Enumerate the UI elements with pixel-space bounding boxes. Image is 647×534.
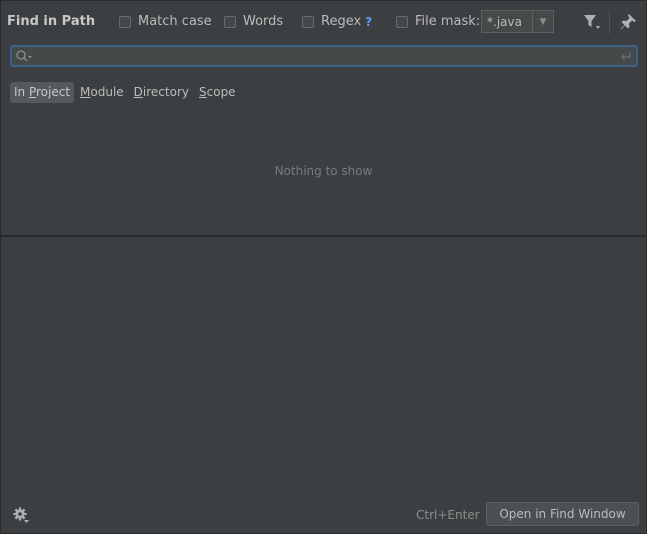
- regex-label: Regex: [321, 14, 362, 29]
- dialog-title: Find in Path: [7, 14, 96, 29]
- file-mask-select[interactable]: *.java ▼: [481, 10, 554, 33]
- regex-help-icon[interactable]: ?: [365, 15, 372, 29]
- enter-icon[interactable]: [619, 49, 633, 63]
- search-field[interactable]: [10, 45, 638, 67]
- file-mask-label: File mask:: [415, 14, 481, 29]
- empty-results-message: Nothing to show: [274, 164, 373, 178]
- words-option[interactable]: Words: [224, 13, 283, 31]
- find-in-path-window: Find in Path Match case Words Regex ? Fi…: [0, 0, 647, 534]
- results-list[interactable]: Nothing to show: [1, 107, 646, 235]
- file-mask-option[interactable]: File mask:: [396, 13, 480, 31]
- words-label: Words: [243, 14, 284, 29]
- scope-tabs: In Project Module Directory Scope: [10, 82, 242, 103]
- open-in-find-window-button[interactable]: Open in Find Window: [486, 502, 639, 526]
- filter-icon[interactable]: [582, 13, 602, 31]
- file-mask-value: *.java: [487, 14, 522, 29]
- match-case-label: Match case: [138, 14, 212, 29]
- tab-directory[interactable]: Directory: [130, 82, 193, 103]
- tab-scope[interactable]: Scope: [195, 82, 240, 103]
- gear-icon[interactable]: [12, 506, 30, 524]
- words-checkbox[interactable]: [224, 16, 236, 28]
- match-case-option[interactable]: Match case: [119, 13, 212, 31]
- open-shortcut-hint: Ctrl+Enter: [416, 508, 480, 522]
- search-input[interactable]: [36, 47, 606, 65]
- toolbar-separator: [609, 10, 610, 34]
- pin-icon[interactable]: [619, 13, 637, 31]
- find-header: Find in Path Match case Words Regex ? Fi…: [1, 1, 646, 43]
- file-mask-checkbox[interactable]: [396, 16, 408, 28]
- chevron-down-icon[interactable]: ▼: [532, 11, 553, 32]
- regex-option[interactable]: Regex ?: [302, 13, 372, 31]
- regex-checkbox[interactable]: [302, 16, 314, 28]
- preview-pane[interactable]: [1, 237, 646, 497]
- tab-in-project[interactable]: In Project: [10, 82, 75, 103]
- tab-module[interactable]: Module: [76, 82, 128, 103]
- match-case-checkbox[interactable]: [119, 16, 131, 28]
- search-icon[interactable]: [15, 49, 33, 63]
